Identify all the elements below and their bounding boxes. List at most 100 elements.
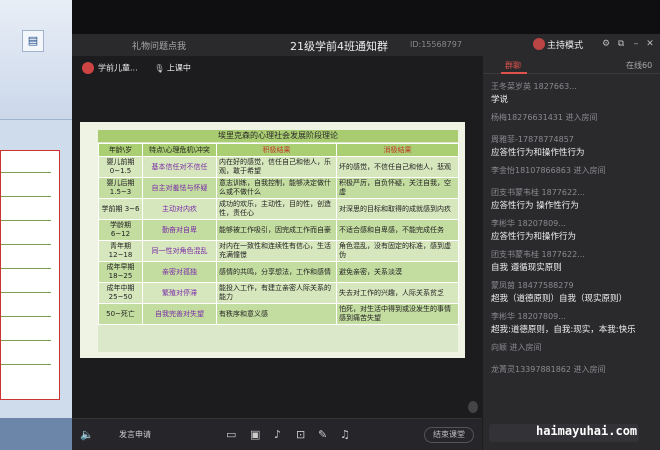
settings-icon[interactable]: ⚙ [600, 38, 612, 50]
message-body: 自我 遵循现实原则 [491, 263, 562, 273]
doc-line [1, 185, 51, 197]
stage-toolbar: 🔈 发言申请 ▭ ▣ ♪ ⊡ ✎ ♫ 结束课堂 [72, 418, 482, 450]
table-header: 年龄\岁 [98, 143, 143, 157]
table-cell: 失去对工作的兴趣，人际关系贫乏 [336, 282, 459, 304]
class-id: ID:15568797 [410, 40, 462, 49]
table-cell: 能够被工作吸引，因完成工作而自豪 [216, 219, 337, 241]
presentation-stage: 学前儿童... 🎙 上课中 埃里克森的心理社会发展阶段理论 年龄\岁 特点\心理… [72, 56, 482, 418]
microphone-icon[interactable]: ♪ [274, 428, 281, 441]
speaker-icon[interactable]: 🔈 [80, 428, 94, 441]
table-row: 青年期 12~18 同一性对角色混乱 对内在一致性和连续性有信心，生活充满憧憬 角色混… [98, 240, 459, 262]
table-cell: 50~死亡 [98, 303, 143, 325]
table-header: 消极结果 [336, 143, 459, 157]
table-row: 学龄期 6~12 勤奋对自卑 能够被工作吸引，因完成工作而自豪 不适合感和自卑感，不能… [98, 219, 459, 241]
host-mode-label[interactable]: 主持模式 [547, 38, 583, 51]
table-cell: 繁殖对停滞 [142, 282, 217, 304]
table-cell: 感情的共鸣，分享想法，工作和感情 [216, 261, 337, 283]
doc-line [1, 161, 51, 173]
doc-line [1, 257, 51, 269]
table-cell: 不适合感和自卑感，不能完成任务 [336, 219, 459, 241]
table-header: 积极结果 [216, 143, 337, 157]
message-body: 应答性行为和操作性行为 [491, 148, 585, 158]
message-text: 超我:道德原则，自我:现实，本我:快乐 [491, 317, 656, 336]
camera-icon[interactable]: ▭ [226, 428, 236, 441]
doc-line [1, 209, 51, 221]
table-cell: 基本信任对不信任 [142, 156, 217, 178]
volume-indicator-icon [468, 401, 478, 413]
doc-line [1, 233, 51, 245]
presenter-name: 学前儿童... [98, 63, 138, 73]
table-cell: 自主对羞怯与怀疑 [142, 177, 217, 199]
gift-help-link[interactable]: 礼物问题点我 [132, 39, 186, 52]
end-class-button[interactable]: 结束课堂 [424, 427, 474, 443]
table-cell: 角色混乱，没有固定的标准，感到虚伪 [336, 240, 459, 262]
tab-group-chat[interactable]: 群聊 [505, 60, 521, 71]
presenter-info: 学前儿童... 🎙 上课中 [82, 62, 191, 74]
table-cell: 对内在一致性和连续性有信心，生活充满憧憬 [216, 240, 337, 262]
window-title: 21级学前4班通知群 [290, 40, 388, 53]
table-cell: 怕死，对生活中得到或没发生的事情感到痛苦失望 [336, 303, 459, 325]
table-cell: 主动对内疚 [142, 198, 217, 220]
table-cell: 积极严厉，自负怀疑，关注自我，空虚 [336, 177, 459, 199]
presenter-avatar [82, 62, 94, 74]
table-cell: 有秩序和意义感 [216, 303, 337, 325]
doc-line [1, 281, 51, 293]
chat-tabs: 群聊 在线60 [483, 56, 660, 74]
mic-icon: 🎙 [154, 63, 165, 73]
pen-icon[interactable]: ✎ [318, 428, 327, 441]
background-ribbon: ▤ [0, 0, 72, 120]
table-cell: 自我完善对失望 [142, 303, 217, 325]
music-icon[interactable]: ♫ [340, 428, 350, 441]
table-cell: 避免亲密，关系淡漠 [336, 261, 459, 283]
close-icon[interactable]: ✕ [644, 38, 656, 50]
message-text: 应答性行为和操作行为 [491, 224, 656, 243]
shared-slide: 埃里克森的心理社会发展阶段理论 年龄\岁 特点\心理危机\冲突 积极结果 消极结… [80, 122, 465, 358]
message-body: 应答性行为 操作性行为 [491, 201, 579, 211]
message-text: 应答性行为 操作性行为 [491, 193, 656, 212]
watermark: haimayuhai.com [536, 424, 638, 438]
table-cell: 青年期 12~18 [98, 240, 143, 262]
table-row: 成年早期 18~25 亲密对孤独 感情的共鸣，分享想法，工作和感情 避免亲密，关系淡漠 [98, 261, 459, 283]
class-status: 上课中 [166, 63, 191, 73]
join-notice: 向颖 进入房间 [491, 335, 656, 354]
taskbar-fragment [0, 418, 72, 450]
join-notice: 李金怡18107866863 进入房间 [491, 158, 656, 177]
table-cell: 同一性对角色混乱 [142, 240, 217, 262]
message-text: 学说 [491, 87, 656, 106]
join-text: 龙菁灵13397881862 进入房间 [491, 365, 606, 374]
tab-online-list[interactable]: 在线60 [626, 60, 652, 71]
speak-request-button[interactable]: 发言申请 [119, 429, 151, 440]
table-cell: 婴儿前期 0~1.5 [98, 156, 143, 178]
minimize-icon[interactable]: – [630, 38, 642, 50]
table-cell: 意志训练，自我控制，能够决定做什么或不做什么 [216, 177, 337, 199]
message-body: 应答性行为和操作行为 [491, 232, 577, 242]
table-row: 成年中期 25~50 繁殖对停滞 能投入工作，有建立亲密人际关系的能力 失去对工作的兴… [98, 282, 459, 304]
table-cell: 学龄期 6~12 [98, 219, 143, 241]
top-strip [72, 0, 660, 34]
message-text: 超我（道德原则）自我（现实原则） [491, 286, 656, 305]
table-cell: 勤奋对自卑 [142, 219, 217, 241]
message-text: 自我 遵循现实原则 [491, 255, 656, 274]
background-document-window: ▤ [0, 0, 72, 450]
message-body: 学说 [491, 95, 509, 105]
table-cell: 成功的欢乐，主动性，目的性，创造性，责任心 [216, 198, 337, 220]
table-header: 特点\心理危机\冲突 [142, 143, 217, 157]
table-cell: 成年早期 18~25 [98, 261, 143, 283]
table-cell: 婴儿后期 1.5~3 [98, 177, 143, 199]
popout-icon[interactable]: ⧉ [615, 38, 627, 50]
stage-theory-table: 年龄\岁 特点\心理危机\冲突 积极结果 消极结果 婴儿前期 0~1.5 基本信任… [98, 143, 459, 325]
chat-message-list[interactable]: 王冬菜岁英 1827663... 学说 杨梅18276631431 进入房间 周雅菲-… [483, 74, 660, 418]
table-cell: 学前期 3~6 [98, 198, 143, 220]
share-screen-icon[interactable]: ⊡ [296, 428, 305, 441]
slide-title: 埃里克森的心理社会发展阶段理论 [98, 130, 458, 142]
message-body: 超我:道德原则，自我:现实，本我:快乐 [491, 325, 636, 335]
message-text: 应答性行为和操作性行为 [491, 140, 656, 159]
screen: ▤ 礼物问题点我 21级学前4班通知群 ID:15568797 主持模式 ⚙ ⧉… [0, 0, 660, 450]
join-text: 向颖 进入房间 [491, 343, 542, 352]
image-icon[interactable]: ▣ [250, 428, 260, 441]
join-text: 杨梅18276631431 进入房间 [491, 113, 598, 122]
doc-line [1, 305, 51, 317]
table-cell: 坏的感觉，不信任自己和他人，悲观 [336, 156, 459, 178]
table-cell: 内在好的感觉，信任自己和他人，乐观，敢于希望 [216, 156, 337, 178]
paste-icon: ▤ [22, 30, 44, 52]
